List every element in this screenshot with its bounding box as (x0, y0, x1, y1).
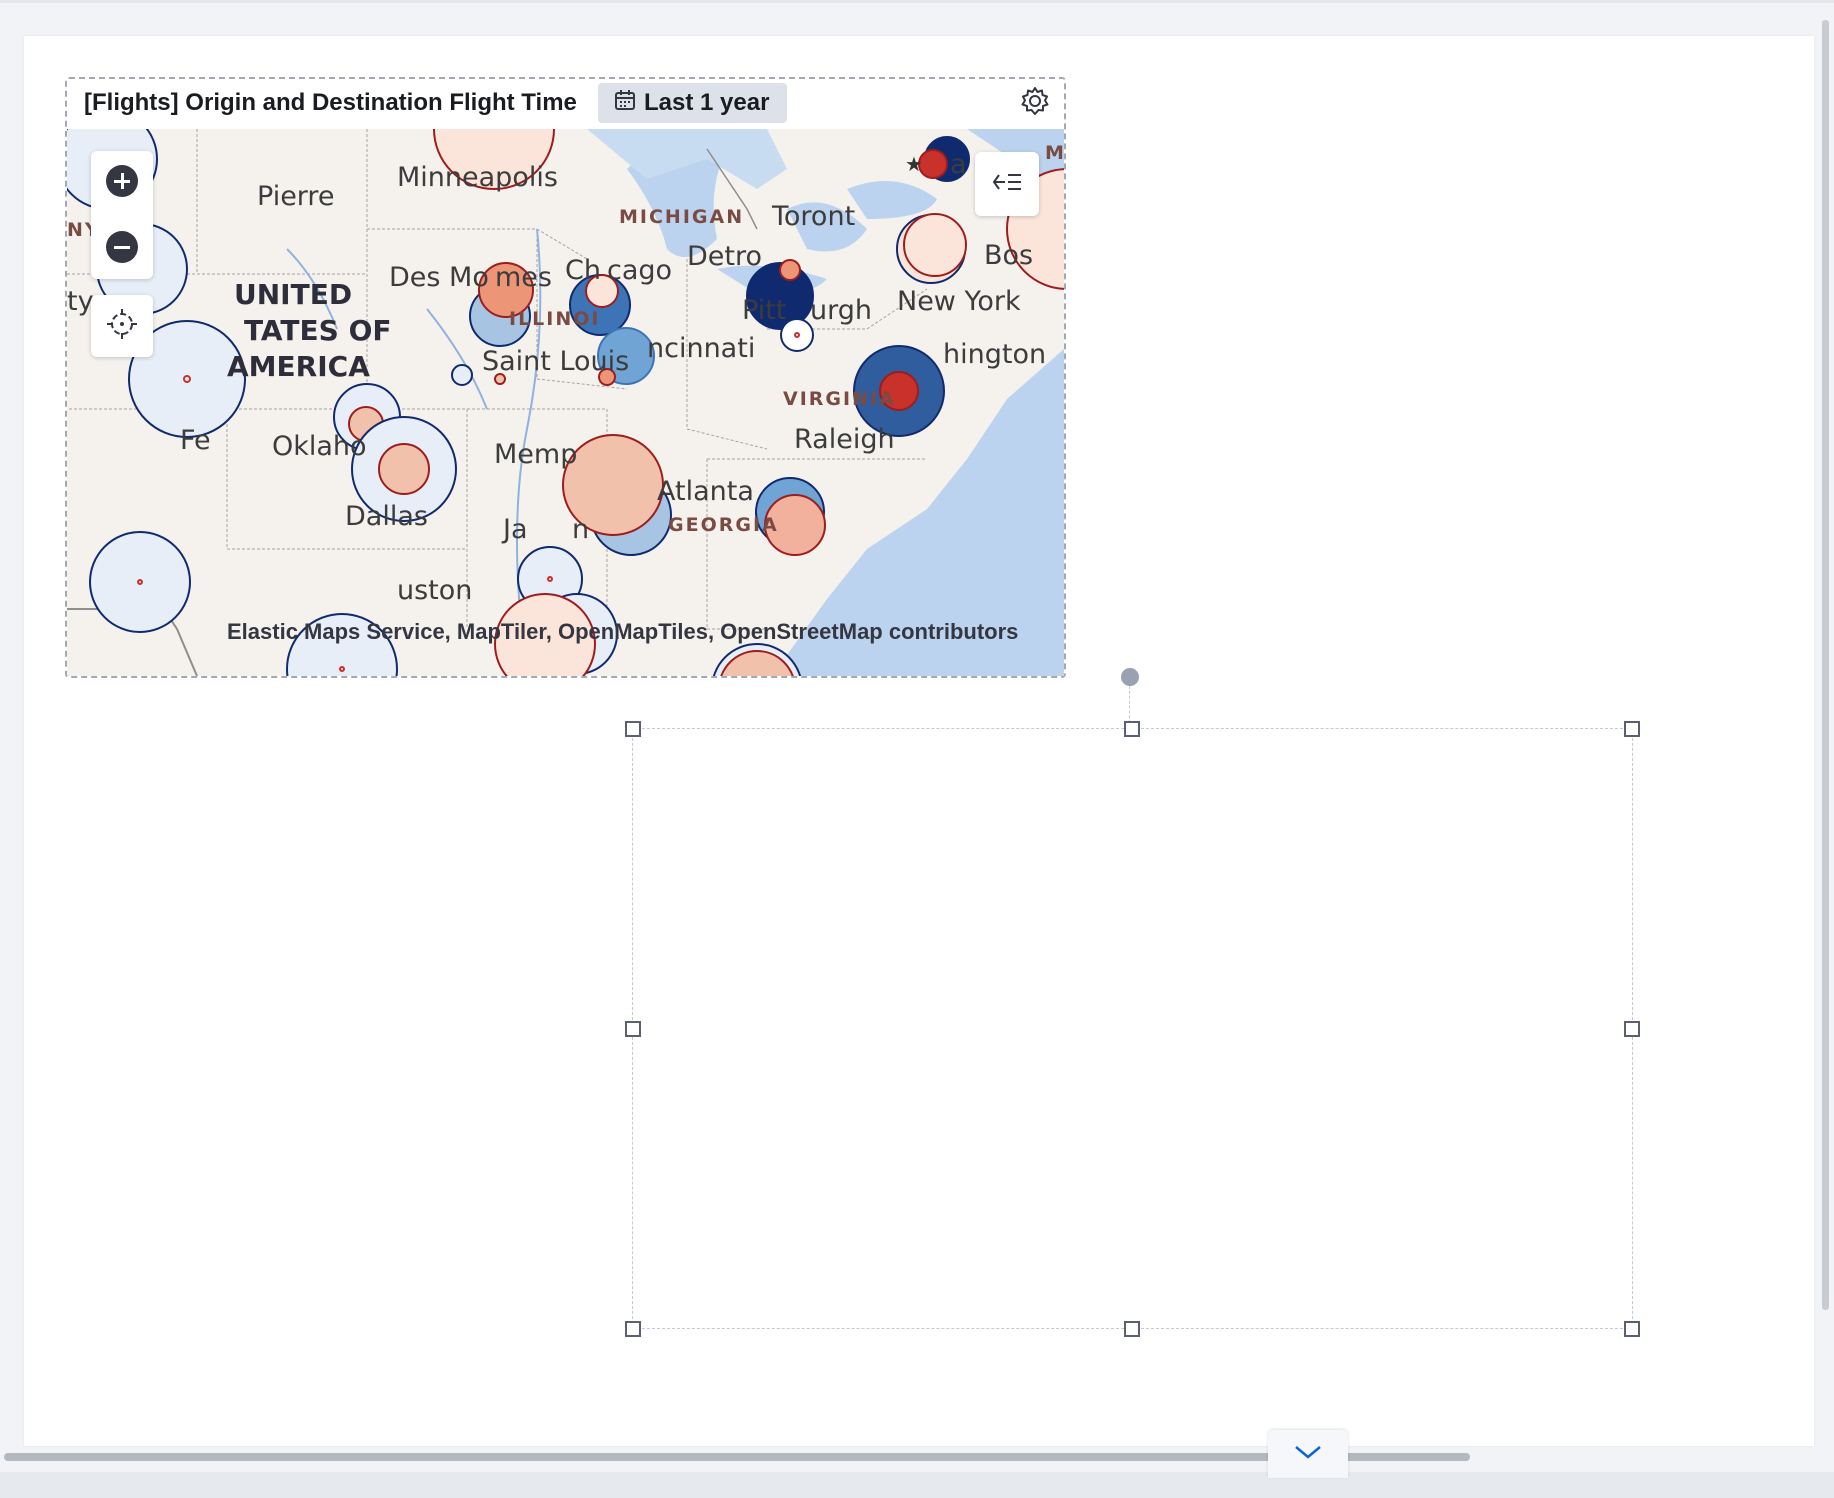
resize-handle-top-left[interactable] (625, 721, 641, 737)
state-label-m-partial: M (1045, 142, 1066, 164)
panel-title: [Flights] Origin and Destination Flight … (84, 89, 577, 116)
city-label-jackson-a: Ja (503, 514, 528, 545)
state-label-virginia: VIRGINIA (783, 388, 896, 410)
fit-to-data-button[interactable] (91, 295, 153, 357)
state-label-michigan: MICHIGAN (619, 206, 745, 228)
state-label-illinois: ILLINOI (509, 308, 601, 330)
map-panel[interactable]: [Flights] Origin and Destination Flight … (65, 77, 1066, 678)
zoom-out-button[interactable] (106, 231, 138, 263)
map-attribution: Elastic Maps Service, MapTiler, OpenMapT… (227, 619, 1019, 644)
map-basemap: ★ (67, 129, 1064, 676)
gear-icon (1019, 85, 1051, 122)
legend-toggle-button[interactable] (975, 152, 1039, 216)
city-label-pittsburgh-a: Pitt (742, 295, 787, 326)
city-label-jackson-b: n (572, 514, 590, 545)
city-label-atlanta: Atlanta (657, 476, 754, 507)
time-range-label: Last 1 year (644, 89, 770, 116)
resize-handle-bottom[interactable] (1124, 1321, 1140, 1337)
rotate-handle[interactable] (1121, 668, 1139, 686)
city-label-memphis: Memp (494, 439, 578, 470)
calendar-icon (614, 89, 636, 118)
resize-handle-right[interactable] (1624, 1021, 1640, 1037)
resize-handle-bottom-left[interactable] (625, 1321, 641, 1337)
resize-handle-bottom-right[interactable] (1624, 1321, 1640, 1337)
city-label-des-moines-b: mes (495, 262, 552, 293)
horizontal-scrollbar[interactable] (4, 1453, 1470, 1461)
city-label-dallas: Dallas (345, 501, 428, 532)
country-label-line-1: UNITED (234, 278, 353, 311)
country-label: UNITED TATES OF AMERICA (227, 277, 392, 385)
city-label-washington: hington (943, 339, 1047, 370)
city-label-raleigh: Raleigh (794, 424, 895, 455)
vertical-scrollbar[interactable] (1822, 20, 1829, 1310)
city-label-saint-louis: Saint Louis (482, 346, 630, 377)
resize-handle-top-right[interactable] (1624, 721, 1640, 737)
top-border (0, 0, 1834, 3)
city-label-detroit: Detro (687, 241, 763, 272)
bottom-tray (0, 1472, 1834, 1498)
city-label-albany-partial: a (950, 149, 967, 180)
resize-handle-left[interactable] (625, 1021, 641, 1037)
country-label-line-2: TATES OF (244, 314, 392, 347)
city-label-pierre: Pierre (257, 181, 335, 212)
country-label-line-3: AMERICA (227, 350, 370, 383)
city-label-new-york: New York (897, 286, 1021, 317)
city-label-houston: uston (397, 575, 473, 606)
city-label-pittsburgh-b: urgh (810, 295, 872, 326)
chevron-down-icon (1294, 1444, 1322, 1465)
time-range-badge[interactable]: Last 1 year (598, 83, 788, 123)
city-label-santa-fe: Fe (180, 425, 211, 456)
city-label-cincinnati: ncinnati (647, 333, 756, 364)
city-label-minneapolis: Minneapolis (397, 162, 558, 193)
svg-text:★: ★ (905, 152, 923, 176)
selected-element-box[interactable] (632, 728, 1633, 1329)
zoom-in-button[interactable] (106, 165, 138, 197)
resize-handle-top[interactable] (1124, 721, 1140, 737)
zoom-controls (91, 151, 153, 279)
menu-left-icon (992, 171, 1022, 198)
panel-settings-button[interactable] (1012, 83, 1058, 123)
city-label-chicago-a: Ch (565, 255, 601, 286)
panel-header: [Flights] Origin and Destination Flight … (67, 79, 1064, 129)
city-label-boston: Bos (984, 240, 1034, 271)
city-label-des-moines-a: Des Mo (389, 262, 489, 293)
city-label-oklahoma: Oklaho (272, 431, 367, 462)
city-label-city-partial: ty (67, 286, 94, 317)
city-label-toronto: Toront (772, 201, 856, 232)
expand-tray-button[interactable] (1268, 1430, 1348, 1478)
crosshair-icon (107, 308, 137, 344)
state-label-georgia: GEORGIA (668, 514, 779, 536)
map-canvas[interactable]: ★ Minneapolis Pierre Des Mo mes Ch cago … (67, 129, 1064, 676)
city-label-chicago-b: cago (607, 255, 673, 286)
